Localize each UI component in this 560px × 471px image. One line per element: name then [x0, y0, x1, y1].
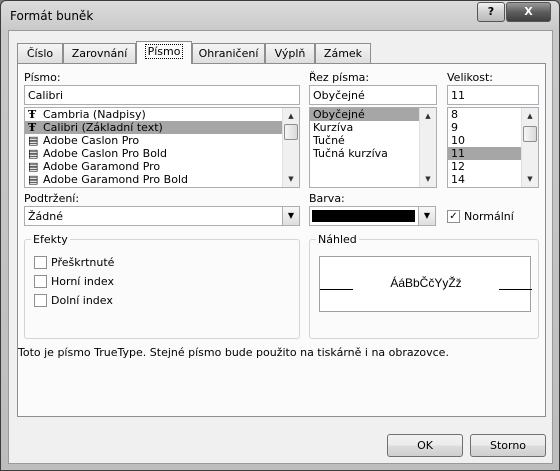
- scroll-thumb[interactable]: [523, 126, 537, 142]
- font-style-list[interactable]: Obyčejné Kurzíva Tučné Tučná kurzíva ▲ ▼: [309, 107, 437, 188]
- preview-sample: ÁáBbČčYyŽž: [390, 276, 462, 290]
- tab-label: Výplň: [274, 47, 306, 60]
- preview-group: Náhled ÁáBbČčYyŽž: [309, 233, 539, 339]
- font-item-label: Adobe Caslon Pro Bold: [43, 147, 167, 160]
- subscript-label: Dolní index: [51, 294, 113, 307]
- font-tab-panel: Písmo: Calibri Ŧ Cambria (Nadpisy) Ŧ Calib…: [17, 63, 546, 417]
- preview-title: Náhled: [316, 233, 359, 246]
- font-item-label: Cambria (Nadpisy): [43, 108, 146, 121]
- size-label: Velikost:: [447, 71, 494, 84]
- opentype-icon: ▤: [28, 134, 39, 147]
- tab-label: Písmo: [144, 44, 184, 59]
- scroll-up-icon[interactable]: ▲: [283, 108, 299, 124]
- underline-select[interactable]: Žádné ▼: [24, 206, 300, 226]
- font-list-item[interactable]: Ŧ Calibri (Základní text): [25, 121, 299, 134]
- font-style-item[interactable]: Obyčejné: [310, 108, 436, 121]
- font-item-label: Adobe Garamond Pro: [43, 160, 161, 173]
- strikethrough-label: Přeškrtnuté: [51, 256, 115, 269]
- font-list-item[interactable]: ▤ Adobe Caslon Pro: [25, 134, 299, 147]
- tab-label: Ohraničení: [198, 47, 259, 60]
- underline-label: Podtržení:: [24, 192, 80, 205]
- font-item-label: Adobe Garamond Pro Bold: [43, 173, 188, 186]
- font-style-label: Řez písma:: [309, 71, 370, 84]
- font-style-scrollbar[interactable]: ▲ ▼: [419, 108, 436, 187]
- font-list[interactable]: Ŧ Cambria (Nadpisy) Ŧ Calibri (Základní te…: [24, 107, 300, 188]
- font-input[interactable]: Calibri: [24, 85, 300, 105]
- format-cells-dialog: Formát buněk ? X Číslo Zarovnání Písmo O…: [0, 0, 560, 471]
- font-style-item[interactable]: Tučná kurzíva: [310, 147, 436, 160]
- tab-border[interactable]: Ohraničení: [192, 43, 265, 63]
- info-text: Toto je písmo TrueType. Stejné písmo bud…: [18, 346, 449, 359]
- preview-box: ÁáBbČčYyŽž: [319, 256, 532, 312]
- close-button[interactable]: X: [506, 2, 551, 22]
- font-style-input[interactable]: Obyčejné: [309, 85, 437, 105]
- tab-label: Zarovnání: [71, 47, 128, 60]
- cancel-button[interactable]: Storno: [470, 434, 546, 457]
- superscript-label: Horní index: [51, 275, 114, 288]
- font-style-item[interactable]: Kurzíva: [310, 121, 436, 134]
- size-input[interactable]: 11: [447, 85, 539, 105]
- opentype-icon: ▤: [28, 173, 39, 186]
- tab-fill[interactable]: Výplň: [265, 43, 315, 63]
- font-list-item[interactable]: ▤ Adobe Garamond Pro Bold: [25, 173, 299, 186]
- tab-alignment[interactable]: Zarovnání: [63, 43, 136, 63]
- title-bar[interactable]: Formát buněk ? X: [1, 1, 559, 31]
- effects-title: Efekty: [31, 233, 70, 246]
- help-button[interactable]: ?: [477, 2, 505, 22]
- normal-font-label: Normální: [464, 210, 514, 223]
- font-item-label: Calibri (Základní text): [43, 121, 163, 134]
- scroll-down-icon[interactable]: ▼: [522, 171, 538, 187]
- tab-font[interactable]: Písmo: [136, 41, 192, 64]
- font-label: Písmo:: [24, 71, 61, 84]
- color-swatch: [312, 210, 415, 222]
- opentype-icon: ▤: [28, 147, 39, 160]
- strikethrough-checkbox[interactable]: [34, 256, 47, 269]
- color-label: Barva:: [309, 192, 345, 205]
- scroll-thumb[interactable]: [284, 124, 298, 140]
- truetype-icon: Ŧ: [28, 121, 37, 134]
- tab-label: Zámek: [323, 47, 363, 60]
- scroll-up-icon[interactable]: ▲: [420, 108, 436, 124]
- tab-label: Číslo: [26, 47, 54, 60]
- font-list-item[interactable]: ▤ Adobe Garamond Pro: [25, 160, 299, 173]
- truetype-icon: Ŧ: [28, 108, 37, 121]
- opentype-icon: ▤: [28, 160, 39, 173]
- font-list-item[interactable]: ▤ Adobe Caslon Pro Bold: [25, 147, 299, 160]
- underline-value: Žádné: [28, 210, 63, 223]
- scroll-down-icon[interactable]: ▼: [420, 171, 436, 187]
- subscript-checkbox[interactable]: [34, 294, 47, 307]
- dialog-body: Číslo Zarovnání Písmo Ohraničení Výplň Z…: [8, 30, 553, 464]
- size-scrollbar[interactable]: ▲ ▼: [521, 108, 538, 187]
- font-list-item[interactable]: Ŧ Cambria (Nadpisy): [25, 108, 299, 121]
- superscript-checkbox[interactable]: [34, 275, 47, 288]
- normal-font-checkbox[interactable]: ✓: [447, 210, 460, 223]
- chevron-down-icon[interactable]: ▼: [418, 207, 435, 225]
- tab-protection[interactable]: Zámek: [315, 43, 371, 63]
- font-scrollbar[interactable]: ▲ ▼: [282, 108, 299, 187]
- font-style-item[interactable]: Tučné: [310, 134, 436, 147]
- font-item-label: Adobe Caslon Pro: [43, 134, 140, 147]
- tab-number[interactable]: Číslo: [17, 43, 63, 63]
- window-title: Formát buněk: [10, 9, 94, 23]
- ok-button[interactable]: OK: [387, 434, 463, 457]
- effects-group: Efekty Přeškrtnuté Horní index Dolní ind…: [24, 233, 300, 339]
- scroll-down-icon[interactable]: ▼: [283, 171, 299, 187]
- size-list[interactable]: 8 9 10 11 12 14 ▲ ▼: [447, 107, 539, 188]
- chevron-down-icon[interactable]: ▼: [282, 207, 299, 225]
- color-picker[interactable]: ▼: [309, 206, 436, 226]
- scroll-up-icon[interactable]: ▲: [522, 108, 538, 124]
